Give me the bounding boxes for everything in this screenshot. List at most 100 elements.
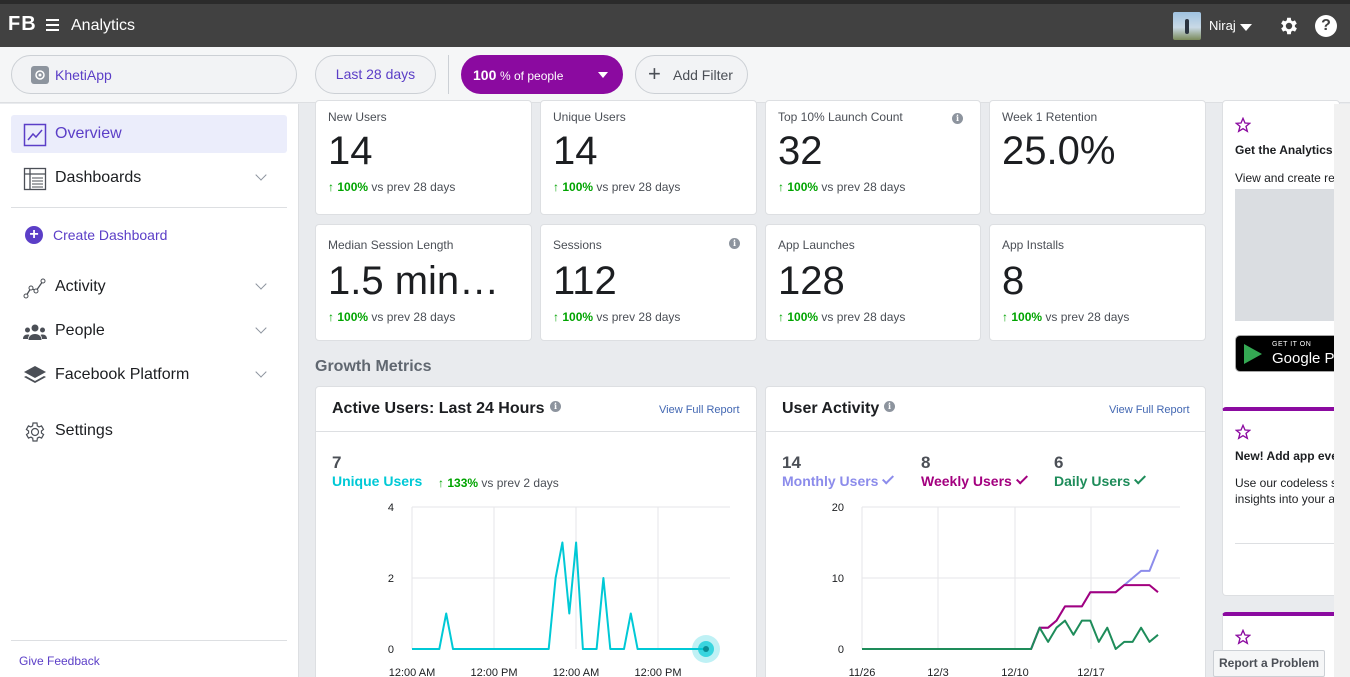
avatar[interactable] — [1173, 12, 1201, 40]
metric-value: 32 — [778, 129, 823, 173]
metric-card[interactable]: New Users 14 ↑ 100% vs prev 28 days — [315, 100, 532, 215]
change-pct: 100% — [337, 180, 369, 194]
chevron-down-icon — [255, 366, 267, 378]
x-tick-label: 12/17 — [1077, 667, 1105, 677]
metric-card[interactable]: Week 1 Retention 25.0% — [989, 100, 1206, 215]
report-problem-button[interactable]: Report a Problem — [1213, 650, 1325, 677]
metric-value: 25.0% — [1002, 129, 1116, 173]
x-tick-label: 12/10 — [1001, 667, 1029, 677]
user-activity-card: User Activity i View Full Report 14 Mont… — [765, 386, 1206, 677]
gear-icon — [25, 422, 45, 442]
give-feedback-link[interactable]: Give Feedback — [19, 654, 100, 668]
metric-card[interactable]: Sessions i 112 ↑ 100% vs prev 28 days — [540, 224, 757, 341]
sidebar-item-label: People — [55, 322, 105, 339]
promo-text: insights into your a — [1235, 492, 1336, 506]
change-text: vs prev 28 days — [821, 180, 906, 194]
info-icon[interactable]: i — [729, 238, 740, 249]
change-text: vs prev 28 days — [371, 310, 456, 324]
sidebar-item-activity[interactable]: Activity — [11, 268, 287, 306]
change-text: vs prev 28 days — [821, 310, 906, 324]
metric-label: Week 1 Retention — [1002, 110, 1098, 124]
divider — [1235, 543, 1339, 544]
change-text: vs prev 28 days — [371, 180, 456, 194]
growth-metrics-title: Growth Metrics — [315, 358, 432, 375]
divider — [11, 207, 287, 208]
star-icon[interactable] — [1235, 629, 1251, 645]
add-filter-button[interactable]: + Add Filter — [635, 55, 748, 94]
promo-text: View and create re — [1235, 171, 1335, 185]
metric-change: ↑ 100% vs prev 28 days — [1002, 310, 1130, 324]
series-line — [862, 619, 1159, 650]
play-icon — [1244, 344, 1262, 364]
metric-card[interactable]: Unique Users 14 ↑ 100% vs prev 28 days — [540, 100, 757, 215]
sidebar: Overview Dashboards + Create Dashboard A… — [0, 104, 299, 677]
add-filter-label: Add Filter — [673, 67, 733, 83]
sidebar-item-label: Dashboards — [55, 169, 142, 186]
fb-logo[interactable]: FB — [8, 13, 37, 36]
promo-image — [1235, 189, 1339, 321]
caret-down-icon[interactable] — [1240, 24, 1252, 31]
x-tick-label: 12:00 AM — [389, 667, 435, 677]
y-tick-label: 4 — [388, 502, 394, 514]
sidebar-item-label: Facebook Platform — [55, 366, 190, 383]
y-tick-label: 10 — [832, 573, 844, 585]
x-tick-label: 12/3 — [927, 667, 948, 677]
active-users-chart[interactable]: 0 2 4 12:00 AM 12:00 PM 12:00 AM 12:00 PM — [316, 387, 758, 677]
metric-change: ↑ 100% vs prev 28 days — [553, 310, 681, 324]
series-line — [862, 584, 1159, 650]
plus-icon: + — [648, 61, 661, 86]
metric-card[interactable]: App Installs 8 ↑ 100% vs prev 28 days — [989, 224, 1206, 341]
scrollbar[interactable] — [1334, 104, 1350, 677]
series-line — [412, 541, 706, 650]
sidebar-item-people[interactable]: People — [11, 312, 287, 350]
sidebar-item-label: Settings — [55, 422, 113, 439]
metric-value: 128 — [778, 259, 845, 303]
chart-line-icon — [23, 123, 47, 147]
metric-card[interactable]: Median Session Length 1.5 min… ↑ 100% vs… — [315, 224, 532, 341]
promo-card-analytics: Get the Analytics View and create re GET… — [1222, 100, 1340, 421]
promo-text: Use our codeless s — [1235, 476, 1338, 490]
metric-change: ↑ 100% vs prev 28 days — [328, 310, 456, 324]
date-range-button[interactable]: Last 28 days — [315, 55, 436, 94]
metric-value: 8 — [1002, 259, 1025, 303]
people-suffix: % of people — [500, 69, 564, 83]
people-pct: 100 — [473, 67, 497, 83]
sidebar-item-facebook-platform[interactable]: Facebook Platform — [11, 356, 287, 394]
metric-card[interactable]: App Launches 128 ↑ 100% vs prev 28 days — [765, 224, 981, 341]
metric-card[interactable]: Top 10% Launch Count i 32 ↑ 100% vs prev… — [765, 100, 981, 215]
top-bar: FB Analytics Niraj ? — [0, 0, 1350, 47]
sidebar-item-settings[interactable]: Settings — [11, 412, 287, 450]
sidebar-item-overview[interactable]: Overview — [11, 115, 287, 153]
metric-value: 1.5 min… — [328, 259, 500, 303]
user-activity-chart[interactable]: 0 10 20 11/26 12/3 12/10 12/17 — [766, 387, 1207, 677]
star-icon[interactable] — [1235, 424, 1251, 440]
y-tick-label: 20 — [832, 502, 844, 514]
metric-value: 112 — [553, 259, 617, 303]
people-filter-button[interactable]: 100 % of people — [461, 55, 623, 94]
app-selector[interactable]: KhetiApp — [11, 55, 297, 94]
metric-value: 14 — [553, 129, 598, 173]
plus-circle-icon: + — [25, 226, 43, 244]
promo-title: New! Add app eve — [1235, 449, 1338, 463]
user-name[interactable]: Niraj — [1209, 18, 1236, 33]
create-dashboard-label: Create Dashboard — [53, 227, 168, 243]
active-users-card: Active Users: Last 24 Hours i View Full … — [315, 386, 757, 677]
divider — [11, 640, 287, 641]
gear-icon[interactable] — [1278, 15, 1300, 37]
menu-icon[interactable] — [46, 19, 59, 31]
x-tick-label: 12:00 PM — [470, 667, 517, 677]
chevron-down-icon — [255, 322, 267, 334]
y-tick-label: 0 — [388, 644, 394, 656]
sidebar-item-dashboards[interactable]: Dashboards — [11, 159, 287, 197]
gplay-small-text: GET IT ON — [1272, 341, 1312, 348]
metric-label: Sessions — [553, 238, 602, 252]
google-play-badge[interactable]: GET IT ON Google P — [1235, 335, 1339, 372]
y-tick-label: 0 — [838, 644, 844, 656]
info-icon[interactable]: i — [952, 113, 963, 124]
metric-label: App Installs — [1002, 238, 1065, 252]
change-pct: 100% — [337, 310, 369, 324]
help-icon[interactable]: ? — [1315, 15, 1337, 37]
star-icon[interactable] — [1235, 117, 1251, 133]
chevron-down-icon — [255, 278, 267, 290]
x-tick-label: 11/26 — [849, 667, 876, 677]
